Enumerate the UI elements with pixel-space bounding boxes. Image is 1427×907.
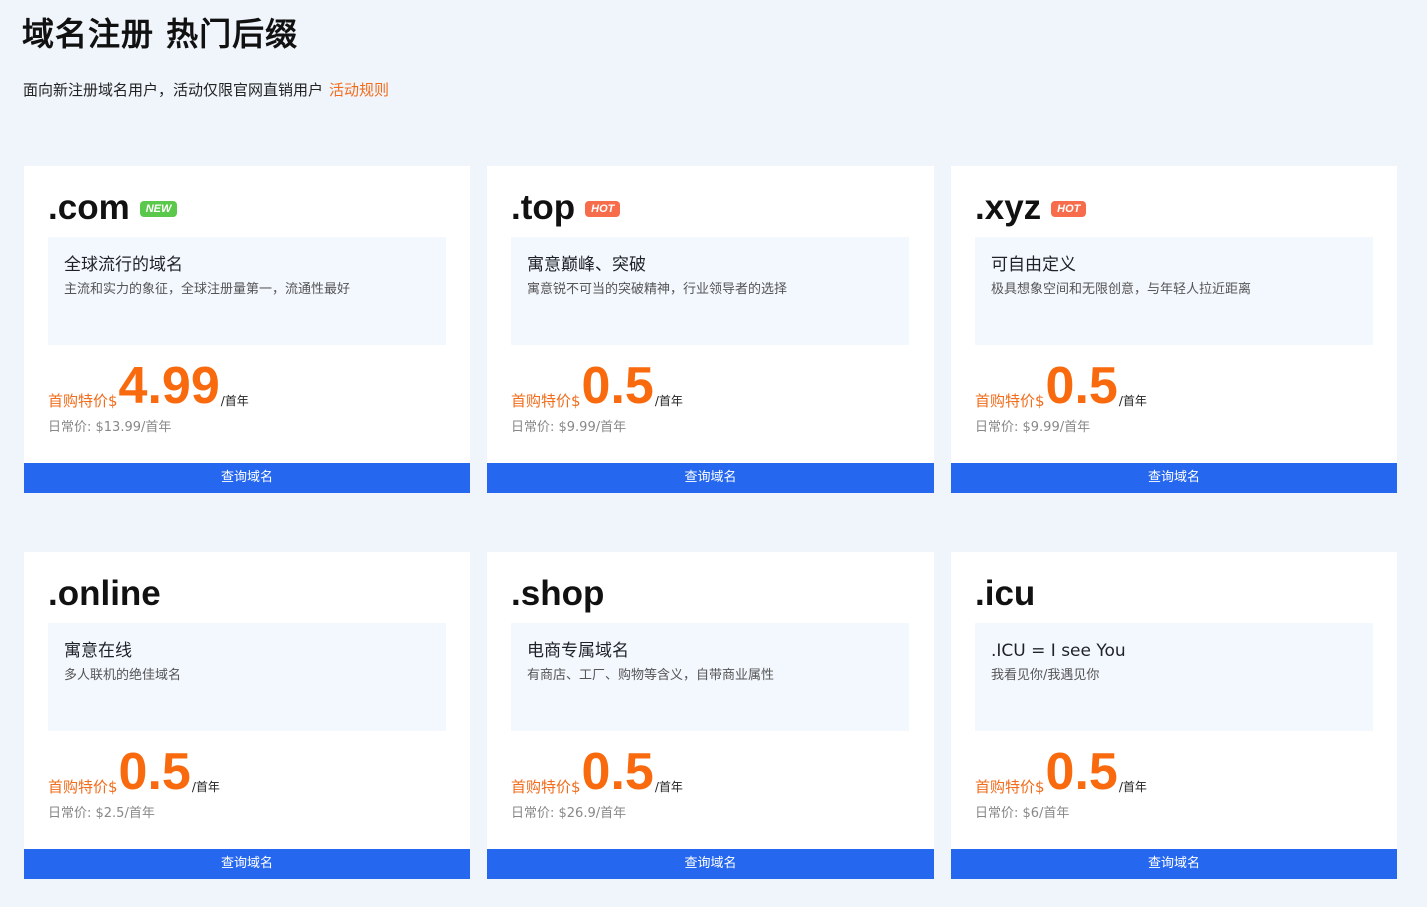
description-text: 有商店、工厂、购物等含义，自带商业属性 bbox=[527, 668, 775, 683]
promo-price: 0.5 bbox=[1045, 743, 1118, 801]
promo-price: 4.99 bbox=[118, 357, 220, 415]
promo-price-row: 首购特价$ 4.99 /首年 bbox=[48, 356, 249, 412]
per-year-unit: /首年 bbox=[654, 394, 683, 408]
regular-price: 日常价: $9.99/首年 bbox=[511, 420, 627, 435]
promo-label: 首购特价$ bbox=[511, 392, 581, 410]
domain-card-shop: .shop 电商专属域名 有商店、工厂、购物等含义，自带商业属性 首购特价$ 0… bbox=[487, 552, 934, 879]
promo-price-row: 首购特价$ 0.5 /首年 bbox=[511, 742, 683, 798]
tld-name: .shop bbox=[511, 574, 605, 613]
hot-badge: HOT bbox=[1051, 201, 1087, 217]
query-domain-button[interactable]: 查询域名 bbox=[951, 463, 1397, 493]
query-domain-button[interactable]: 查询域名 bbox=[24, 463, 470, 493]
card-header: .top HOT bbox=[511, 188, 621, 228]
description-text: 主流和实力的象征，全球注册量第一，流通性最好 bbox=[64, 282, 351, 297]
query-domain-button[interactable]: 查询域名 bbox=[951, 849, 1397, 879]
promo-price-row: 首购特价$ 0.5 /首年 bbox=[975, 742, 1147, 798]
query-domain-button[interactable]: 查询域名 bbox=[487, 849, 934, 879]
description-box: 电商专属域名 有商店、工厂、购物等含义，自带商业属性 bbox=[511, 623, 909, 731]
description-text: 多人联机的绝佳域名 bbox=[64, 668, 182, 683]
per-year-unit: /首年 bbox=[1118, 394, 1147, 408]
tld-name: .icu bbox=[975, 574, 1036, 613]
card-header: .com NEW bbox=[48, 188, 178, 228]
domain-card-grid: .com NEW 全球流行的域名 主流和实力的象征，全球注册量第一，流通性最好 … bbox=[24, 166, 1397, 879]
description-text: 极具想象空间和无限创意，与年轻人拉近距离 bbox=[991, 282, 1252, 297]
promo-label: 首购特价$ bbox=[48, 778, 118, 796]
per-year-unit: /首年 bbox=[191, 780, 220, 794]
promo-label: 首购特价$ bbox=[511, 778, 581, 796]
regular-price: 日常价: $26.9/首年 bbox=[511, 806, 627, 821]
description-title: 电商专属域名 bbox=[527, 641, 629, 661]
description-box: 全球流行的域名 主流和实力的象征，全球注册量第一，流通性最好 bbox=[48, 237, 446, 345]
hot-badge: HOT bbox=[585, 201, 621, 217]
query-domain-button[interactable]: 查询域名 bbox=[24, 849, 470, 879]
regular-price: 日常价: $9.99/首年 bbox=[975, 420, 1091, 435]
promo-price-row: 首购特价$ 0.5 /首年 bbox=[48, 742, 220, 798]
promo-price: 0.5 bbox=[118, 743, 191, 801]
domain-card-online: .online 寓意在线 多人联机的绝佳域名 首购特价$ 0.5 /首年 日常价… bbox=[24, 552, 470, 879]
regular-price: 日常价: $6/首年 bbox=[975, 806, 1070, 821]
promo-price: 0.5 bbox=[1045, 357, 1118, 415]
tld-name: .online bbox=[48, 574, 161, 613]
card-header: .xyz HOT bbox=[975, 188, 1087, 228]
description-box: 可自由定义 极具想象空间和无限创意，与年轻人拉近距离 bbox=[975, 237, 1373, 345]
tld-name: .xyz bbox=[975, 188, 1042, 227]
domain-card-com: .com NEW 全球流行的域名 主流和实力的象征，全球注册量第一，流通性最好 … bbox=[24, 166, 470, 493]
per-year-unit: /首年 bbox=[1118, 780, 1147, 794]
description-text: 寓意锐不可当的突破精神，行业领导者的选择 bbox=[527, 282, 788, 297]
promo-price: 0.5 bbox=[581, 743, 654, 801]
description-text: 我看见你/我遇见你 bbox=[991, 668, 1100, 683]
description-title: .ICU = I see You bbox=[991, 641, 1126, 661]
description-title: 寓意在线 bbox=[64, 641, 132, 661]
promo-label: 首购特价$ bbox=[48, 392, 118, 410]
regular-price: 日常价: $13.99/首年 bbox=[48, 420, 172, 435]
card-header: .shop bbox=[511, 574, 604, 614]
activity-rules-link[interactable]: 活动规则 bbox=[329, 81, 389, 99]
domain-card-xyz: .xyz HOT 可自由定义 极具想象空间和无限创意，与年轻人拉近距离 首购特价… bbox=[951, 166, 1397, 493]
description-box: .ICU = I see You 我看见你/我遇见你 bbox=[975, 623, 1373, 731]
subtitle-text: 面向新注册域名用户，活动仅限官网直销用户 bbox=[23, 81, 324, 99]
promo-price-row: 首购特价$ 0.5 /首年 bbox=[975, 356, 1147, 412]
page-title: 域名注册 热门后缀 bbox=[22, 15, 299, 53]
per-year-unit: /首年 bbox=[220, 394, 249, 408]
per-year-unit: /首年 bbox=[654, 780, 683, 794]
description-title: 全球流行的域名 bbox=[64, 255, 183, 275]
regular-price: 日常价: $2.5/首年 bbox=[48, 806, 155, 821]
promo-price-row: 首购特价$ 0.5 /首年 bbox=[511, 356, 683, 412]
description-box: 寓意在线 多人联机的绝佳域名 bbox=[48, 623, 446, 731]
card-header: .icu bbox=[975, 574, 1035, 614]
query-domain-button[interactable]: 查询域名 bbox=[487, 463, 934, 493]
description-title: 可自由定义 bbox=[991, 255, 1076, 275]
description-title: 寓意巅峰、突破 bbox=[527, 255, 646, 275]
card-header: .online bbox=[48, 574, 161, 614]
promo-label: 首购特价$ bbox=[975, 778, 1045, 796]
promo-label: 首购特价$ bbox=[975, 392, 1045, 410]
domain-card-icu: .icu .ICU = I see You 我看见你/我遇见你 首购特价$ 0.… bbox=[951, 552, 1397, 879]
domain-card-top: .top HOT 寓意巅峰、突破 寓意锐不可当的突破精神，行业领导者的选择 首购… bbox=[487, 166, 934, 493]
tld-name: .top bbox=[511, 188, 576, 227]
tld-name: .com bbox=[48, 188, 130, 227]
promo-price: 0.5 bbox=[581, 357, 654, 415]
new-badge: NEW bbox=[139, 201, 178, 217]
description-box: 寓意巅峰、突破 寓意锐不可当的突破精神，行业领导者的选择 bbox=[511, 237, 909, 345]
page-subtitle: 面向新注册域名用户，活动仅限官网直销用户 活动规则 bbox=[23, 79, 389, 101]
